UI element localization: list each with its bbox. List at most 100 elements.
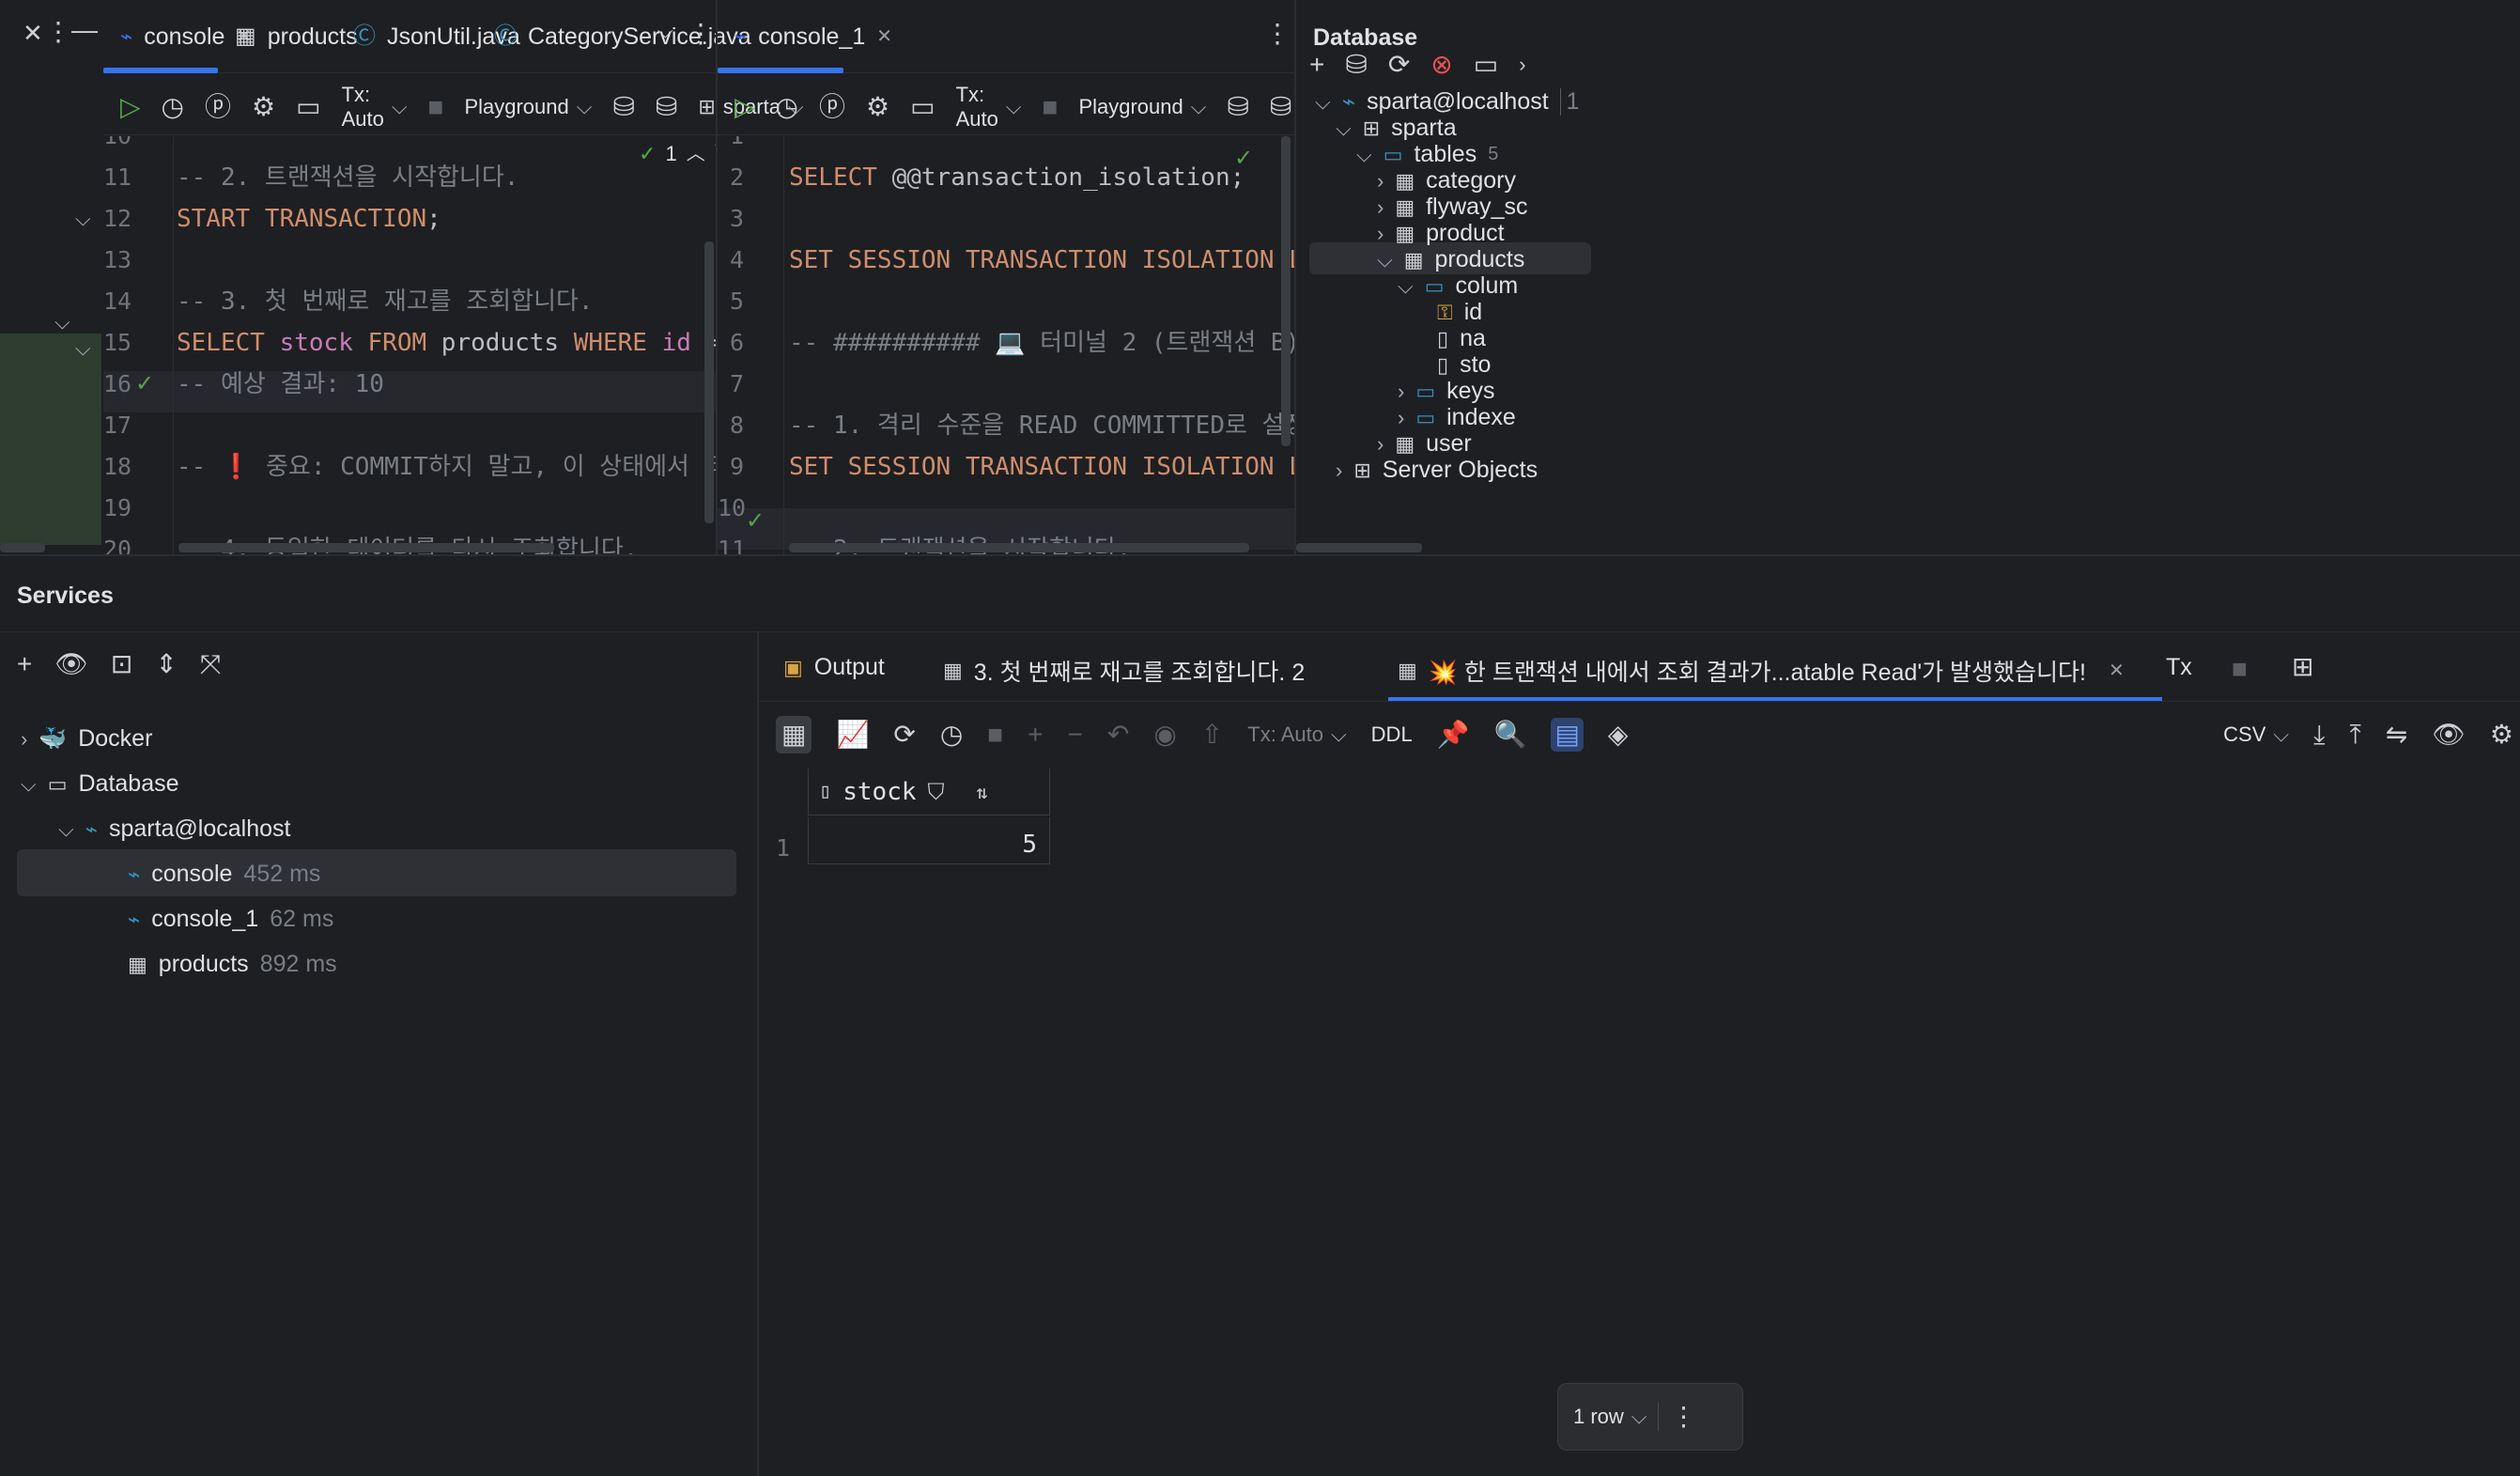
add-row-icon[interactable]: + <box>1028 722 1043 748</box>
more-vert-icon[interactable]: ⋮ <box>688 21 714 47</box>
download-icon[interactable]: ⤓ <box>2313 722 2325 748</box>
tab-console[interactable]: ⌁ console ✕ <box>103 0 252 73</box>
services-connection[interactable]: ⌵ ⌁ sparta@localhost <box>58 816 290 843</box>
eye-icon[interactable]: 👁 <box>54 651 88 677</box>
refresh-icon[interactable]: ⟳ <box>1388 52 1410 78</box>
tree-table-product[interactable]: › ▦ product <box>1377 220 1505 247</box>
left-editor[interactable]: ✓ 1 ︿ ﹀ 10111213141516171819202122232425… <box>103 136 716 554</box>
tree-connection[interactable]: ⌵ ⌁ sparta@localhost 1 <box>1315 88 1580 116</box>
collapse-icon[interactable]: ✕ <box>23 21 43 45</box>
explain-plan-icon[interactable]: ⓟ <box>205 93 231 120</box>
tx-mode-select[interactable]: Tx: Auto ⌵ <box>342 83 408 132</box>
add-service-icon[interactable]: + <box>17 651 32 677</box>
more-vert-icon[interactable]: ⋮ <box>1670 1404 1696 1430</box>
services-splitter[interactable] <box>757 631 759 1476</box>
stop-icon[interactable]: ■ <box>2232 656 2248 682</box>
datasource-icon[interactable]: ⛁ <box>612 93 634 120</box>
add-icon[interactable]: + <box>1309 52 1324 78</box>
console-icon[interactable]: ▭ <box>1474 52 1498 78</box>
tab-list-icon[interactable]: ⌵ <box>657 21 673 41</box>
services-database[interactable]: ⌵ ▭ Database <box>21 770 179 798</box>
tree-column-stock[interactable]: ▯ sto <box>1437 351 1491 379</box>
settings-icon[interactable]: ⚙ <box>2490 722 2513 748</box>
export-format-select[interactable]: CSV ⌵ <box>2223 722 2289 747</box>
view-icon[interactable]: ▭ <box>910 93 935 120</box>
stop-icon[interactable]: ■ <box>1043 93 1059 120</box>
vertical-scrollbar[interactable] <box>1281 136 1291 446</box>
chevron-right-icon[interactable]: › <box>1519 54 1525 75</box>
history-icon[interactable]: ◷ <box>776 93 798 120</box>
tab-output[interactable]: ▣ Output <box>783 654 885 681</box>
datasource-settings-icon[interactable]: ⛁ <box>656 93 677 120</box>
horizontal-scrollbar[interactable] <box>789 543 1249 552</box>
chart-icon[interactable]: 📈 <box>836 722 869 748</box>
refresh-icon[interactable]: ⟳ <box>893 722 915 748</box>
filter-view-icon[interactable]: ▤ <box>1551 718 1584 752</box>
submit-icon[interactable]: ⇧ <box>1201 722 1223 748</box>
history-icon[interactable]: ◷ <box>162 93 184 120</box>
minimize-icon[interactable]: — <box>71 17 98 43</box>
tx-button[interactable]: Tx <box>2166 654 2192 681</box>
highlight-icon[interactable]: ◈ <box>1608 722 1629 748</box>
row-count-select[interactable]: 1 row ⌵ <box>1573 1405 1647 1429</box>
tree-column-id[interactable]: ⚿ id <box>1437 299 1482 326</box>
grid-view-icon[interactable]: ▦ <box>776 716 812 754</box>
left-code[interactable]: -- 2. 트랜잭션을 시작합니다. START TRANSACTION; -- … <box>177 136 716 554</box>
tree-server-objects[interactable]: › ⊞ Server Objects <box>1336 457 1538 484</box>
preview-icon[interactable]: ◉ <box>1153 722 1176 748</box>
search-icon[interactable]: 🔍 <box>1494 722 1527 748</box>
playground-select[interactable]: Playground ⌵ <box>464 95 592 119</box>
tree-table-category[interactable]: › ▦ category <box>1377 167 1516 194</box>
tree-indexes[interactable]: › ▭ indexe <box>1398 404 1516 431</box>
project-scrollbar[interactable] <box>0 543 45 552</box>
vertical-scrollbar[interactable] <box>704 241 714 523</box>
eye-icon[interactable]: 👁 <box>2432 722 2466 748</box>
services-docker[interactable]: › 🐳 Docker <box>21 725 152 753</box>
ddl-button[interactable]: DDL <box>1371 722 1413 747</box>
run-icon[interactable]: ▷ <box>120 93 141 120</box>
right-editor[interactable]: 1234567891011121314151617181920 ✓ ✓ SELE… <box>718 136 1294 554</box>
services-console-1[interactable]: ⌁ console_1 62 ms <box>128 906 333 933</box>
run-icon[interactable]: ▷ <box>734 93 755 120</box>
sort-icon[interactable]: ⇅ <box>977 783 988 801</box>
chevron-down-icon[interactable]: ⌵ <box>75 336 91 361</box>
chevron-down-icon[interactable]: ⌵ <box>75 207 91 231</box>
stop-icon[interactable]: ■ <box>428 93 444 120</box>
tree-column-name[interactable]: ▯ na <box>1437 325 1486 352</box>
view-icon[interactable]: ▭ <box>296 93 320 120</box>
datasource-settings-icon[interactable]: ⛁ <box>1270 93 1291 120</box>
tab-result-2[interactable]: ▦ 💥 한 트랜잭션 내에서 조회 결과가...atable Read'가 발생했… <box>1398 654 2125 688</box>
tree-tables[interactable]: ⌵ ▭ tables 5 <box>1356 141 1498 168</box>
column-header-stock[interactable]: ▯ stock ⛉ ⇅ <box>819 778 988 806</box>
explain-plan-icon[interactable]: ⓟ <box>819 93 845 120</box>
new-group-icon[interactable]: ⊡ <box>111 651 132 677</box>
delete-row-icon[interactable]: − <box>1068 722 1083 748</box>
cell-stock[interactable]: 5 <box>808 831 1037 859</box>
tree-keys[interactable]: › ▭ keys <box>1398 378 1495 405</box>
upload-icon[interactable]: ⤒ <box>2349 722 2360 748</box>
datasource-icon[interactable]: ⛁ <box>1227 93 1248 120</box>
datasource-properties-icon[interactable]: ⛁ <box>1345 52 1367 78</box>
filter-icon[interactable]: ⛉ <box>928 781 945 803</box>
settings-icon[interactable]: ⚙ <box>866 93 889 120</box>
horizontal-scrollbar[interactable] <box>178 543 554 552</box>
more-vert-icon[interactable]: ⋮ <box>1264 21 1291 47</box>
disconnect-icon[interactable]: ⊗ <box>1430 52 1452 78</box>
tab-console-1[interactable]: ⌁ console_1 ✕ <box>718 0 892 73</box>
close-icon[interactable]: ✕ <box>2109 661 2125 680</box>
pin-icon[interactable]: 📌 <box>1437 722 1470 748</box>
services-console[interactable]: ⌁ console 452 ms <box>128 861 320 888</box>
tx-mode-select[interactable]: Tx: Auto ⌵ <box>1247 722 1346 747</box>
close-icon[interactable]: ✕ <box>876 27 892 46</box>
stop-icon[interactable]: ■ <box>987 722 1003 748</box>
chevron-down-icon[interactable]: ⌵ <box>54 310 70 334</box>
horizontal-scrollbar[interactable] <box>1296 543 1422 552</box>
tab-result-1[interactable]: ▦ 3. 첫 번째로 재고를 조회합니다. 2 <box>943 654 1305 688</box>
tree-table-flyway[interactable]: › ▦ flyway_sc <box>1377 194 1528 221</box>
services-products[interactable]: ▦ products 892 ms <box>128 951 337 978</box>
compare-icon[interactable]: ⇋ <box>2386 722 2407 748</box>
settings-icon[interactable]: ⚙ <box>252 93 275 120</box>
tree-table-products[interactable]: ⌵ ▦ products <box>1377 246 1524 273</box>
right-code[interactable]: SELECT @@transaction_isolation; SET SESS… <box>789 136 1294 554</box>
tree-schema[interactable]: ⌵ ⊞ sparta <box>1336 115 1457 142</box>
